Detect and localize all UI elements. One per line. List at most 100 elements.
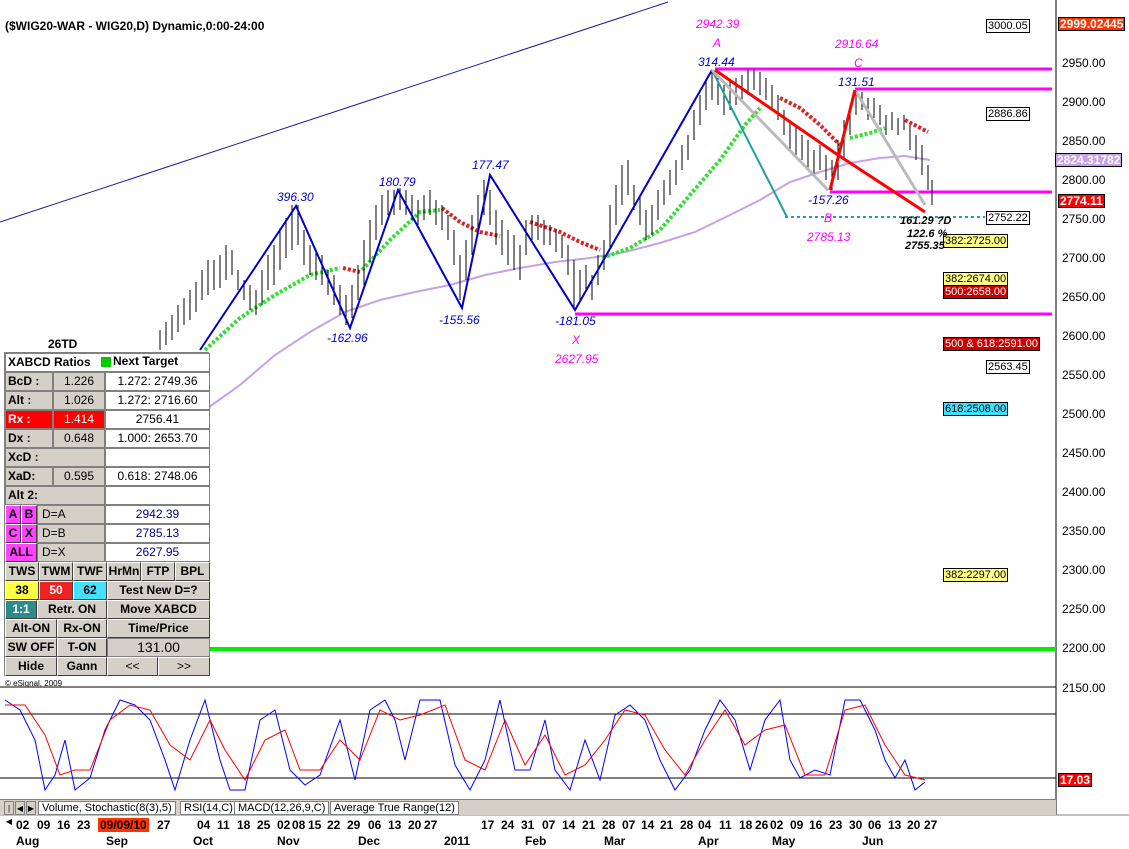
twm-button[interactable]: TWM	[39, 562, 73, 581]
date-tick: 27	[157, 818, 171, 832]
level-tag: 2563.45	[986, 360, 1030, 374]
tab-macd[interactable]: MACD(12,26,9,C)	[234, 801, 330, 815]
date-tick: 28	[602, 818, 616, 832]
price-tick: 2900.00	[1062, 95, 1106, 109]
date-tick: 20	[907, 818, 921, 832]
price-tick: 2250.00	[1062, 602, 1106, 616]
leg-value: -155.56	[439, 313, 480, 327]
top-price-badge: 2999.02445	[1058, 17, 1126, 31]
month-label: Sep	[106, 834, 129, 848]
tab-volume-stochastic[interactable]: Volume, Stochastic(8(3),5)	[38, 801, 176, 815]
tws-button[interactable]: TWS	[5, 562, 39, 581]
date-tick: 21	[660, 818, 674, 832]
price-tick: 2650.00	[1062, 290, 1106, 304]
price-tick: 2150.00	[1062, 681, 1106, 695]
date-tick: 08	[292, 818, 306, 832]
month-label: Aug	[16, 834, 40, 848]
month-label: May	[772, 834, 796, 848]
date-tick: 06	[868, 818, 882, 832]
date-tick: 04	[698, 818, 712, 832]
month-label: Mar	[604, 834, 626, 848]
ratio-value: 0.648	[53, 429, 105, 448]
ratio-target: 1.272: 2716.60	[105, 391, 210, 410]
xcd-target	[105, 448, 210, 467]
date-tick: 16	[809, 818, 823, 832]
oscillator-value-badge: 17.03	[1058, 773, 1093, 787]
level-tag: 3000.05	[986, 19, 1030, 33]
gann-button[interactable]: Gann	[57, 657, 107, 676]
first-tab-button[interactable]: |◀	[4, 801, 14, 826]
a-button[interactable]: A	[5, 505, 21, 524]
date-tick: 18	[739, 818, 753, 832]
fib-50-button[interactable]: 50	[39, 581, 73, 600]
retr-on-button[interactable]: Retr. ON	[37, 600, 107, 619]
chart-title: ($WIG20-WAR - WIG20,D) Dynamic,0:00-24:0…	[5, 19, 265, 33]
d-projection: 161.29 ?D	[900, 215, 952, 227]
price-tick: 2200.00	[1062, 641, 1106, 655]
point-x-price: 2627.95	[555, 352, 599, 366]
date-tick: 21	[582, 818, 596, 832]
all-button[interactable]: ALL	[5, 543, 37, 562]
x-button[interactable]: X	[21, 524, 37, 543]
c-button[interactable]: C	[5, 524, 21, 543]
next-button[interactable]: >>	[158, 657, 210, 676]
xad-label: XaD:	[5, 467, 53, 486]
tab-atr[interactable]: Average True Range(12)	[330, 801, 459, 815]
alt-on-button[interactable]: Alt-ON	[5, 619, 57, 638]
prev-tab-button[interactable]: ◀	[15, 801, 25, 815]
fib-62-button[interactable]: 62	[73, 581, 107, 600]
date-tick: 07	[542, 818, 556, 832]
date-tick: 23	[77, 818, 91, 832]
tab-rsi[interactable]: RSI(14,C)	[180, 801, 237, 815]
date-tick: 27	[924, 818, 938, 832]
xcd-label: XcD :	[5, 448, 105, 467]
ftp-button[interactable]: FTP	[141, 562, 175, 581]
date-tick: 15	[308, 818, 322, 832]
date-tick: 14	[641, 818, 655, 832]
price-tick: 2350.00	[1062, 524, 1106, 538]
sw-off-button[interactable]: SW OFF	[5, 638, 57, 657]
hide-button[interactable]: Hide	[5, 657, 57, 676]
date-tick: 22	[327, 818, 341, 832]
fib-38-button[interactable]: 38	[5, 581, 39, 600]
point-b-letter: B	[824, 211, 833, 225]
copyright: © eSignal, 2009	[5, 679, 63, 688]
date-tick: 30	[849, 818, 863, 832]
year-label: 2011	[444, 834, 471, 848]
hrmn-button[interactable]: HrMn	[107, 562, 141, 581]
date-tick: 13	[888, 818, 902, 832]
bpl-button[interactable]: BPL	[175, 562, 210, 581]
price-tick: 2450.00	[1062, 446, 1106, 460]
date-tick: 24	[501, 818, 515, 832]
level-tag: 2886.86	[986, 107, 1030, 121]
b-button[interactable]: B	[21, 505, 37, 524]
value-input[interactable]: 131.00	[107, 638, 210, 657]
price-tick: 2700.00	[1062, 251, 1106, 265]
twf-button[interactable]: TWF	[73, 562, 107, 581]
ratio-label: Dx :	[5, 429, 53, 448]
leg-value: 314.44	[698, 55, 735, 69]
level-tag: 2752.22	[986, 211, 1030, 225]
date-tick: 07	[622, 818, 636, 832]
ratio-1-1-button[interactable]: 1:1	[5, 600, 37, 619]
point-c-letter: C	[854, 56, 863, 70]
rx-on-button[interactable]: Rx-ON	[57, 619, 107, 638]
move-xabcd-button[interactable]: Move XABCD	[107, 600, 210, 619]
point-b-price: 2785.13	[807, 230, 851, 244]
ratio-value: 1.226	[53, 372, 105, 391]
leg-value: 131.51	[838, 75, 875, 89]
test-new-d-button[interactable]: Test New D=?	[107, 581, 210, 600]
next-target-header	[101, 357, 111, 367]
d-equals-x: D=X	[37, 543, 105, 562]
time-price-button[interactable]: Time/Price	[107, 619, 210, 638]
ratio-label: BcD :	[5, 372, 53, 391]
xad-target: 0.618: 2748.06	[105, 467, 210, 486]
price-tick: 2850.00	[1062, 134, 1106, 148]
prev-button[interactable]: <<	[107, 657, 158, 676]
date-tick: 02	[16, 818, 30, 832]
date-tick: 14	[562, 818, 576, 832]
t-on-button[interactable]: T-ON	[57, 638, 107, 657]
leg-value: -157.26	[808, 193, 849, 207]
date-tick: 11	[719, 818, 732, 832]
next-tab-button[interactable]: ▶	[26, 801, 36, 815]
